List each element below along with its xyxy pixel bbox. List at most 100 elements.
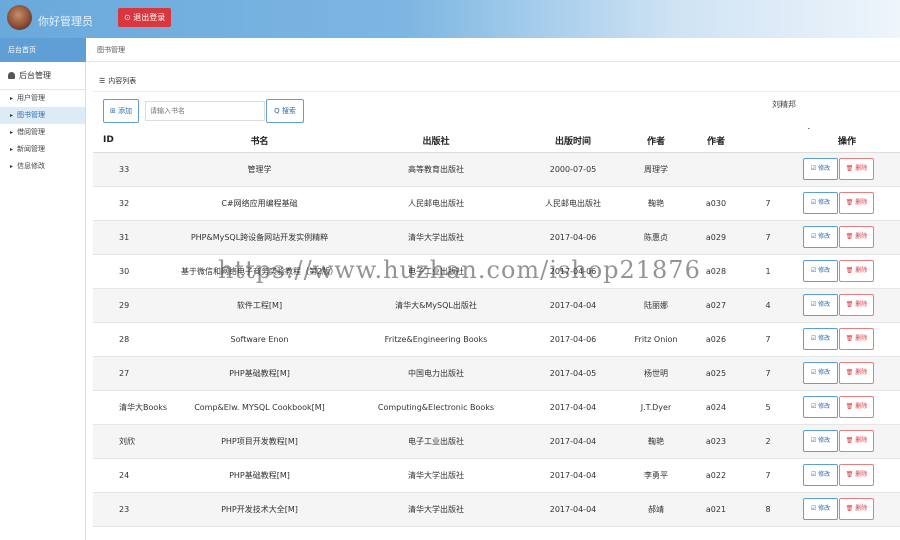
table-cell: 32	[93, 186, 171, 221]
edit-button[interactable]: ☑ 修改	[803, 464, 838, 486]
add-button[interactable]: ⊞ 添加	[103, 99, 139, 123]
table-cell: 电子工业出版社	[348, 254, 524, 289]
table-row: 刘欣 PHP项目开发教程[M] 电子工业出版社 2017-04-04 鞠艳 a023 2 ☑ …	[93, 424, 900, 459]
table-cell: 2017-04-06	[524, 220, 622, 255]
search-input[interactable]	[145, 101, 265, 121]
user-greeting: 你好管理员	[38, 15, 93, 28]
table-cell: 杨世明	[622, 356, 690, 391]
table-cell: a028	[690, 254, 742, 289]
sidebar-item-2[interactable]: ▸ 借阅管理	[0, 124, 85, 141]
table-cell: 8	[742, 492, 794, 527]
table-cell: C#网络应用编程基础	[171, 186, 348, 221]
table-cell: 鞠艳	[622, 186, 690, 221]
delete-button[interactable]: 🗑 删除	[839, 362, 874, 384]
table-cell	[622, 254, 690, 289]
table-cell: 人民邮电出版社	[348, 186, 524, 221]
edit-button[interactable]: ☑ 修改	[803, 260, 838, 282]
delete-button[interactable]: 🗑 删除	[839, 158, 874, 180]
breadcrumb-bar: 后台首页 图书管理	[0, 38, 900, 62]
table-cell: a023	[690, 424, 742, 459]
table-cell: PHP基础教程[M]	[171, 356, 348, 391]
table-cell: 2017-04-04	[524, 492, 622, 527]
table-cell: 7	[742, 356, 794, 391]
table-cell: Comp&Elw. MYSQL Cookbook[M]	[171, 390, 348, 425]
edit-button[interactable]: ☑ 修改	[803, 362, 838, 384]
sidebar-item-4[interactable]: ▸ 信息修改	[0, 158, 85, 175]
table-cell: 23	[93, 492, 171, 527]
delete-button[interactable]: 🗑 删除	[839, 192, 874, 214]
table-cell: Fritze&Engineering Books	[348, 322, 524, 357]
table-cell	[690, 152, 742, 187]
table-cell: Fritz Onion	[622, 322, 690, 357]
table-row: 31 PHP&MySQL跨设备网站开发实例精粹 清华大学出版社 2017-04-06 陈…	[93, 220, 900, 255]
delete-button[interactable]: 🗑 删除	[839, 260, 874, 282]
table-cell: 刘欣	[93, 424, 171, 459]
table-cell: 清华大学出版社	[348, 220, 524, 255]
table-row: 清华大Books Comp&Elw. MYSQL Cookbook[M] Compu…	[93, 390, 900, 425]
table-cell: PHP&MySQL跨设备网站开发实例精粹	[171, 220, 348, 255]
table-cell: PHP项目开发教程[M]	[171, 424, 348, 459]
table-cell: 2	[742, 424, 794, 459]
table-row: 27 PHP基础教程[M] 中国电力出版社 2017-04-05 杨世明 a025 7 ☑ 修…	[93, 356, 900, 391]
table-cell: PHP基础教程[M]	[171, 458, 348, 493]
table-cell: a024	[690, 390, 742, 425]
column-header	[742, 129, 794, 153]
table-cell: 31	[93, 220, 171, 255]
sidebar-item-label: 新闻管理	[17, 145, 46, 153]
table-cell: a022	[690, 458, 742, 493]
home-tab[interactable]: 后台首页	[0, 38, 86, 62]
book-table: ID 书名 出版社 出版时间 作者 作者 操作 33 管理学 高等教育出版社 2000-07-05…	[93, 129, 900, 527]
table-cell: 2017-04-04	[524, 390, 622, 425]
row-actions: ☑ 修改 🗑 删除	[794, 220, 900, 255]
table-cell: a026	[690, 322, 742, 357]
avatar[interactable]	[7, 5, 32, 30]
row-actions: ☑ 修改 🗑 删除	[794, 390, 900, 425]
table-cell	[742, 152, 794, 187]
table-cell: a021	[690, 492, 742, 527]
row-actions: ☑ 修改 🗑 删除	[794, 458, 900, 493]
delete-button[interactable]: 🗑 删除	[839, 464, 874, 486]
table-cell: 33	[93, 152, 171, 187]
delete-button[interactable]: 🗑 删除	[839, 328, 874, 350]
table-cell: 软件工程[M]	[171, 288, 348, 323]
table-cell: 5	[742, 390, 794, 425]
edit-button[interactable]: ☑ 修改	[803, 192, 838, 214]
table-cell: 2000-07-05	[524, 152, 622, 187]
edit-button[interactable]: ☑ 修改	[803, 430, 838, 452]
logout-button[interactable]: ⊙ 退出登录	[118, 8, 172, 27]
row-actions: ☑ 修改 🗑 删除	[794, 424, 900, 459]
table-cell: 陆丽娜	[622, 288, 690, 323]
sidebar-item-0[interactable]: ▸ 用户管理	[0, 90, 85, 107]
column-header: 操作	[794, 129, 900, 153]
table-row: 33 管理学 高等教育出版社 2000-07-05 周理学 ☑ 修改 🗑 删除	[93, 152, 900, 187]
edit-button[interactable]: ☑ 修改	[803, 328, 838, 350]
table-cell: 周理学	[622, 152, 690, 187]
edit-button[interactable]: ☑ 修改	[803, 396, 838, 418]
edit-button[interactable]: ☑ 修改	[803, 158, 838, 180]
delete-button[interactable]: 🗑 删除	[839, 294, 874, 316]
sidebar-item-1[interactable]: ▸ 图书管理	[0, 107, 85, 124]
sidebar-title: 后台管理	[0, 62, 85, 90]
row-actions: ☑ 修改 🗑 删除	[794, 356, 900, 391]
table-cell: 27	[93, 356, 171, 391]
sidebar-item-3[interactable]: ▸ 新闻管理	[0, 141, 85, 158]
delete-button[interactable]: 🗑 删除	[839, 396, 874, 418]
search-button[interactable]: Q 搜索	[266, 99, 304, 123]
sidebar: 后台管理 ▸ 用户管理 ▸ 图书管理 ▸ 借阅管理 ▸ 新闻管理 ▸ 信息修改	[0, 62, 86, 540]
table-cell: 2017-04-04	[524, 458, 622, 493]
edit-button[interactable]: ☑ 修改	[803, 294, 838, 316]
table-row: 30 基于微信和网络电子商务实验教程（第2版） 电子工业出版社 2017-04-06 a…	[93, 254, 900, 289]
table-row: 29 软件工程[M] 清华大&MySQL出版社 2017-04-04 陆丽娜 a027 4 ☑…	[93, 288, 900, 323]
table-cell: a025	[690, 356, 742, 391]
delete-button[interactable]: 🗑 删除	[839, 226, 874, 248]
table-cell: 清华大学出版社	[348, 458, 524, 493]
edit-button[interactable]: ☑ 修改	[803, 498, 838, 520]
delete-button[interactable]: 🗑 删除	[839, 498, 874, 520]
edit-button[interactable]: ☑ 修改	[803, 226, 838, 248]
table-cell: 人民邮电出版社	[524, 186, 622, 221]
table-cell: 鞠艳	[622, 424, 690, 459]
table-cell: 陈惠贞	[622, 220, 690, 255]
column-header: 出版社	[348, 129, 524, 153]
sidebar-item-label: 借阅管理	[17, 128, 46, 136]
delete-button[interactable]: 🗑 删除	[839, 430, 874, 452]
